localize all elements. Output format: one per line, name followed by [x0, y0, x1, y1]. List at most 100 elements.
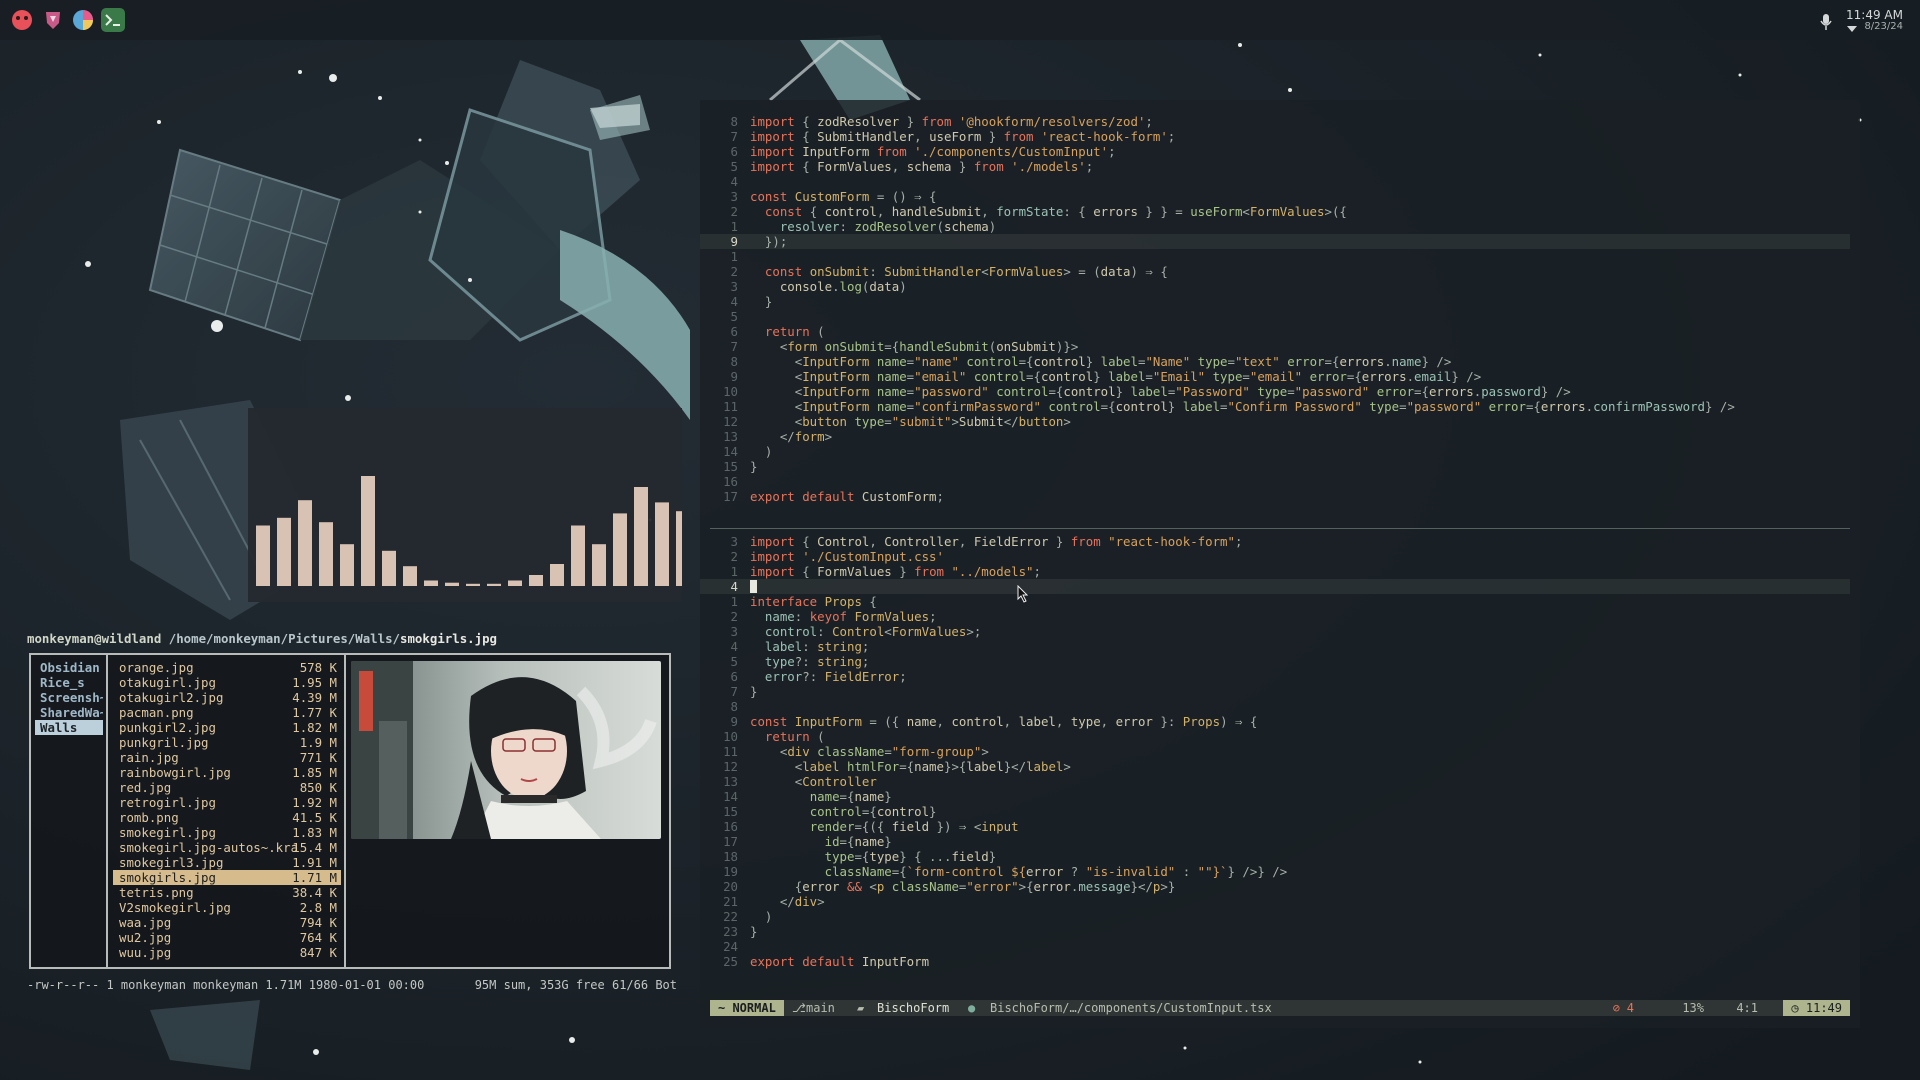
terminal-icon[interactable]	[101, 8, 125, 32]
code-line[interactable]: 3 const CustomForm = () ⇒ {	[700, 189, 1850, 204]
code-line[interactable]: 15 control={control}	[700, 804, 1850, 819]
code-line[interactable]: 1 interface Props {	[700, 594, 1850, 609]
code-token: ?	[1063, 864, 1086, 879]
code-line[interactable]: 16	[700, 474, 1850, 489]
file-manager-window[interactable]: monkeyman@wildland /home/monkeyman/Pictu…	[22, 628, 680, 994]
code-line[interactable]: 23}	[700, 924, 1850, 939]
code-line[interactable]: 24	[700, 939, 1850, 954]
code-line[interactable]: 3 import { Control, Controller, FieldErro…	[700, 534, 1850, 549]
code-line[interactable]: 14 )	[700, 444, 1850, 459]
directory-item[interactable]: Walls	[35, 720, 103, 735]
code-line[interactable]: 21 </div>	[700, 894, 1850, 909]
file-row[interactable]: romb.png 41.5 K	[113, 810, 341, 825]
code-token: }>{	[943, 759, 967, 774]
code-line[interactable]: 5 type?: string;	[700, 654, 1850, 669]
code-line[interactable]: 13 <Controller	[700, 774, 1850, 789]
directory-item[interactable]: Obsidian	[35, 660, 103, 675]
code-line[interactable]: 11 <div className="form-group">	[700, 744, 1850, 759]
file-row[interactable]: orange.jpg 578 K	[113, 660, 341, 675]
code-line[interactable]: 2 name: keyof FormValues;	[700, 609, 1850, 624]
code-line[interactable]: 9 });	[700, 234, 1850, 249]
file-row[interactable]: punkgril.jpg 1.9 M	[113, 735, 341, 750]
code-line[interactable]: 4	[700, 174, 1850, 189]
code-token: >}	[1160, 879, 1176, 894]
code-line[interactable]: 16 render={({ field }) ⇒ <input	[700, 819, 1850, 834]
code-line[interactable]: 6 error?: FieldError;	[700, 669, 1850, 684]
brave-browser-icon[interactable]	[41, 8, 65, 32]
code-line[interactable]: 4 }	[700, 294, 1850, 309]
code-line[interactable]: 2 import './CustomInput.css'	[700, 549, 1850, 564]
code-token: FormValues	[988, 264, 1064, 279]
code-line[interactable]: 7 import { SubmitHandler, useForm } from …	[700, 129, 1850, 144]
file-row[interactable]: rain.jpg 771 K	[113, 750, 341, 765]
code-token: ,	[1055, 714, 1071, 729]
file-row[interactable]: otakugirl.jpg 1.95 M	[113, 675, 341, 690]
directory-item[interactable]: SharedWa~	[35, 705, 103, 720]
code-line[interactable]: 1 resolver: zodResolver(schema)	[700, 219, 1850, 234]
file-row[interactable]: smokegirl.jpg-autos~.kra 15.4 M	[113, 840, 341, 855]
code-line[interactable]: 25 export default InputForm	[700, 954, 1850, 969]
file-row[interactable]: V2smokegirl.jpg 2.8 M	[113, 900, 341, 915]
directory-item[interactable]: Rice_s	[35, 675, 103, 690]
code-line[interactable]: 2 const { control, handleSubmit, formSta…	[700, 204, 1850, 219]
code-line[interactable]: 2 const onSubmit: SubmitHandler<FormValu…	[700, 264, 1850, 279]
code-line[interactable]: 15}	[700, 459, 1850, 474]
neovim-editor-window[interactable]: 8 import { zodResolver } from '@hookform/…	[700, 100, 1860, 1028]
code-line[interactable]: 5	[700, 309, 1850, 324]
code-line[interactable]: 12 <button type="submit">Submit</button>	[700, 414, 1850, 429]
code-line[interactable]: 4	[700, 579, 1850, 594]
editor-pane-custominput[interactable]: 3 import { Control, Controller, FieldErro…	[700, 534, 1850, 969]
file-row[interactable]: red.jpg 850 K	[113, 780, 341, 795]
code-line[interactable]: 7 <form onSubmit={handleSubmit(onSubmit)…	[700, 339, 1850, 354]
file-row[interactable]: wuu.jpg 847 K	[113, 945, 341, 960]
code-line[interactable]: 8 import { zodResolver } from '@hookform/…	[700, 114, 1850, 129]
code-line[interactable]: 1 import { FormValues } from "../models";	[700, 564, 1850, 579]
line-number: 9	[730, 234, 738, 249]
code-line[interactable]: 1	[700, 249, 1850, 264]
code-line[interactable]: 14 name={name}	[700, 789, 1850, 804]
code-line[interactable]: 10 <InputForm name="password" control={c…	[700, 384, 1850, 399]
file-row[interactable]: wu2.jpg 764 K	[113, 930, 341, 945]
code-line[interactable]: 3 control: Control<FormValues>;	[700, 624, 1850, 639]
file-row[interactable]: smokegirl3.jpg 1.91 M	[113, 855, 341, 870]
code-line[interactable]: 22 )	[700, 909, 1850, 924]
code-line[interactable]: 17 id={name}	[700, 834, 1850, 849]
file-row[interactable]: waa.jpg 794 K	[113, 915, 341, 930]
code-line[interactable]: 8	[700, 699, 1850, 714]
file-row[interactable]: pacman.png 1.77 K	[113, 705, 341, 720]
file-row[interactable]: smokgirls.jpg 1.71 M	[113, 870, 341, 885]
code-line[interactable]: 18 type={type} { ...field}	[700, 849, 1850, 864]
file-row[interactable]: punkgirl2.jpg 1.82 M	[113, 720, 341, 735]
code-token: name	[869, 369, 907, 384]
file-row[interactable]: tetris.png 38.4 K	[113, 885, 341, 900]
code-line[interactable]: 19 className={`form-control ${error ? "i…	[700, 864, 1850, 879]
code-token: InputForm	[794, 144, 877, 159]
code-line[interactable]: 9 <InputForm name="email" control={contr…	[700, 369, 1850, 384]
color-picker-icon[interactable]	[71, 8, 95, 32]
directory-item[interactable]: Screensh~	[35, 690, 103, 705]
code-line[interactable]: 20 {error && <p className="error">{error…	[700, 879, 1850, 894]
code-line[interactable]: 6 return (	[700, 324, 1850, 339]
line-number: 1	[730, 249, 738, 264]
code-line[interactable]: 7}	[700, 684, 1850, 699]
redshift-red-icon[interactable]	[10, 8, 34, 32]
file-row[interactable]: retrogirl.jpg 1.92 M	[113, 795, 341, 810]
code-line[interactable]: 11 <InputForm name = "confirmPassword" con…	[700, 399, 1850, 414]
code-token: =	[1227, 354, 1235, 369]
code-line[interactable]: 13 </form>	[700, 429, 1850, 444]
code-line[interactable]: 8 <InputForm name="name" control={contro…	[700, 354, 1850, 369]
code-line[interactable]: 5 import { FormValues, schema } from './m…	[700, 159, 1850, 174]
code-line[interactable]: 12 <label htmlFor={name}>{label}</label>	[700, 759, 1850, 774]
editor-pane-customform[interactable]: 8 import { zodResolver } from '@hookform/…	[700, 114, 1850, 504]
code-line[interactable]: 3 console.log(data)	[700, 279, 1850, 294]
file-row[interactable]: rainbowgirl.jpg 1.85 M	[113, 765, 341, 780]
system-clock[interactable]: 11:49 AM 8/23/24	[1846, 9, 1903, 33]
code-line[interactable]: 6 import InputForm from './components/Cus…	[700, 144, 1850, 159]
file-row[interactable]: smokegirl.jpg 1.83 M	[113, 825, 341, 840]
code-line[interactable]: 9 const InputForm = ({ name, control, lab…	[700, 714, 1850, 729]
code-line[interactable]: 4 label: string;	[700, 639, 1850, 654]
file-row[interactable]: otakugirl2.jpg 4.39 M	[113, 690, 341, 705]
code-line[interactable]: 10 return (	[700, 729, 1850, 744]
code-line[interactable]: 17 export default CustomForm;	[700, 489, 1850, 504]
microphone-icon[interactable]	[1820, 14, 1832, 34]
